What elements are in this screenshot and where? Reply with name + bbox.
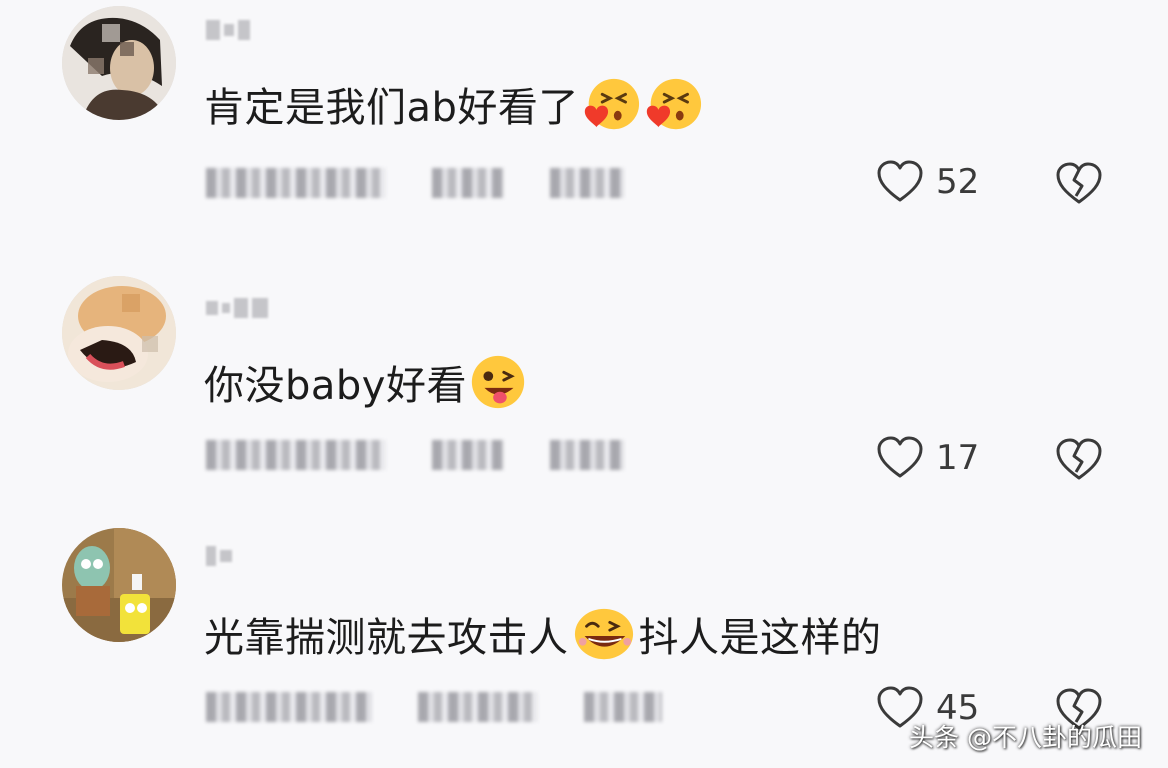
comment-section: 肯定是我们ab好看了 52 你没baby好看 17 光靠揣测就去攻击人 抖人是这… — [0, 0, 1168, 768]
comment-meta-blurred — [206, 168, 624, 198]
username-blurred[interactable] — [206, 18, 250, 42]
username-blurred[interactable] — [206, 296, 268, 320]
kissing-heart-emoji — [584, 78, 639, 130]
comment-text-content: 肯定是我们ab好看了 — [204, 85, 579, 131]
dislike-button[interactable] — [1056, 438, 1102, 482]
avatar[interactable] — [62, 528, 176, 642]
comment-text: 肯定是我们ab好看了 — [204, 72, 703, 136]
avatar-image — [62, 276, 176, 390]
avatar[interactable] — [62, 6, 176, 120]
broken-heart-icon — [1056, 162, 1102, 204]
comment-meta-blurred — [206, 692, 662, 722]
dislike-button[interactable] — [1056, 162, 1102, 206]
like-button[interactable]: 17 — [876, 436, 979, 480]
grinning-wink-emoji — [574, 608, 633, 660]
comment-text: 光靠揣测就去攻击人 抖人是这样的 — [204, 602, 882, 666]
watermark: 头条 @不八卦的瓜田 — [909, 723, 1142, 752]
heart-icon — [877, 436, 923, 478]
comment-text-content: 光靠揣测就去攻击人 — [204, 615, 569, 661]
like-button[interactable]: 52 — [876, 160, 979, 204]
winking-tongue-emoji — [471, 355, 525, 409]
broken-heart-icon — [1056, 438, 1102, 480]
comment-item: 肯定是我们ab好看了 52 — [0, 0, 1168, 260]
kissing-heart-emoji — [646, 78, 701, 130]
comment-text-content: 你没baby好看 — [204, 363, 467, 409]
username-blurred[interactable] — [206, 544, 232, 568]
avatar[interactable] — [62, 276, 176, 390]
comment-meta-blurred — [206, 440, 624, 470]
like-count: 17 — [936, 438, 980, 478]
avatar-image — [62, 528, 176, 642]
comment-text-content-after: 抖人是这样的 — [638, 615, 882, 661]
avatar-image — [62, 6, 176, 120]
heart-icon — [877, 160, 923, 202]
comment-item: 你没baby好看 17 — [0, 272, 1168, 532]
like-count: 52 — [936, 162, 980, 202]
comment-text: 你没baby好看 — [204, 350, 529, 414]
